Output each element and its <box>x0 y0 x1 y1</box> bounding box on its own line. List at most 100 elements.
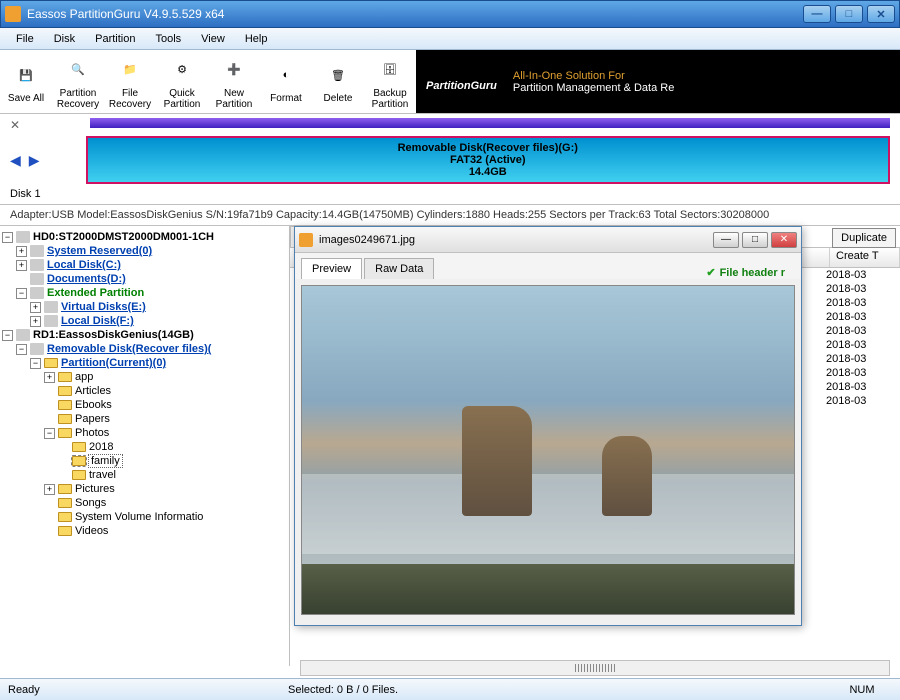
drive-icon <box>44 301 58 313</box>
folder-icon <box>58 512 72 522</box>
format-button[interactable]: ◐Format <box>260 50 312 113</box>
close-button[interactable]: ✕ <box>867 5 895 23</box>
tree-folder[interactable]: Ebooks <box>75 399 112 411</box>
tree-folder[interactable]: System Volume Informatio <box>75 511 203 523</box>
minimize-button[interactable]: — <box>803 5 831 23</box>
preview-title: images0249671.jpg <box>319 234 713 246</box>
file-header-status: ✔ File header r <box>706 266 795 279</box>
preview-maximize-button[interactable]: □ <box>742 232 768 248</box>
disk-usage-bar <box>90 118 890 128</box>
disk-info-line: Adapter:USB Model:EassosDiskGenius S/N:1… <box>0 205 900 226</box>
status-bar: Ready Selected: 0 B / 0 Files. NUM <box>0 678 900 700</box>
tree-rd1[interactable]: RD1:EassosDiskGenius(14GB) <box>33 329 194 341</box>
tree-extended[interactable]: Extended Partition <box>47 287 144 299</box>
disk-tree[interactable]: −HD0:ST2000DMST2000DM001-1CH +System Res… <box>0 226 290 666</box>
horizontal-scrollbar[interactable] <box>300 660 890 676</box>
folder-icon <box>58 400 72 410</box>
menu-tools[interactable]: Tools <box>145 31 191 47</box>
tree-folder[interactable]: Articles <box>75 385 111 397</box>
drive-icon <box>30 245 44 257</box>
expand-icon[interactable]: − <box>2 232 13 243</box>
preview-image <box>301 285 795 615</box>
menu-partition[interactable]: Partition <box>85 31 145 47</box>
drive-icon <box>44 315 58 327</box>
tree-subfolder-selected[interactable]: family <box>89 455 122 467</box>
preview-tab-rawdata[interactable]: Raw Data <box>364 258 434 279</box>
hdd-icon <box>16 329 30 341</box>
partition-box[interactable]: Removable Disk(Recover files)(G:) FAT32 … <box>86 136 890 184</box>
delete-icon: 🗑 <box>322 59 354 91</box>
preview-window[interactable]: images0249671.jpg — □ ✕ Preview Raw Data… <box>294 226 802 626</box>
new-partition-button[interactable]: ➕New Partition <box>208 50 260 113</box>
tree-subfolder[interactable]: travel <box>89 469 116 481</box>
close-panel-icon[interactable]: ✕ <box>10 118 20 132</box>
menu-help[interactable]: Help <box>235 31 278 47</box>
drive-icon <box>30 287 44 299</box>
preview-titlebar[interactable]: images0249671.jpg — □ ✕ <box>295 227 801 253</box>
drive-icon <box>30 259 44 271</box>
backup-partition-button[interactable]: 🗄Backup Partition <box>364 50 416 113</box>
tree-sysres[interactable]: System Reserved(0) <box>47 245 152 257</box>
tree-folder[interactable]: Papers <box>75 413 110 425</box>
partition-recovery-button[interactable]: 🔍Partition Recovery <box>52 50 104 113</box>
disk-visual-area: ✕ ◀ ▶ Removable Disk(Recover files)(G:) … <box>0 114 900 205</box>
status-ready: Ready <box>8 684 288 696</box>
tree-removable[interactable]: Removable Disk(Recover files)( <box>47 343 211 355</box>
quick-partition-button[interactable]: ⚙Quick Partition <box>156 50 208 113</box>
preview-tabs: Preview Raw Data ✔ File header r <box>295 253 801 279</box>
file-recovery-icon: 📁 <box>114 54 146 86</box>
preview-close-button[interactable]: ✕ <box>771 232 797 248</box>
image-icon <box>299 233 313 247</box>
menu-view[interactable]: View <box>191 31 235 47</box>
folder-icon <box>58 428 72 438</box>
disk-label: Disk 1 <box>10 188 890 200</box>
tree-folder[interactable]: Videos <box>75 525 108 537</box>
status-num: NUM <box>832 684 892 696</box>
app-icon <box>5 6 21 22</box>
tree-vdisks[interactable]: Virtual Disks(E:) <box>61 301 146 313</box>
check-icon: ✔ <box>706 266 715 279</box>
folder-icon <box>58 414 72 424</box>
folder-icon <box>58 386 72 396</box>
preview-minimize-button[interactable]: — <box>713 232 739 248</box>
window-titlebar: Eassos PartitionGuru V4.9.5.529 x64 — □ … <box>0 0 900 28</box>
toolbar: 💾Save All 🔍Partition Recovery 📁File Reco… <box>0 50 900 114</box>
new-partition-icon: ➕ <box>218 54 250 86</box>
folder-icon <box>72 470 86 480</box>
drive-icon <box>30 343 44 355</box>
tree-folder[interactable]: app <box>75 371 93 383</box>
folder-icon <box>44 358 58 368</box>
format-icon: ◐ <box>270 59 302 91</box>
folder-icon <box>58 526 72 536</box>
preview-tab-preview[interactable]: Preview <box>301 258 362 279</box>
col-created[interactable]: Create T <box>830 248 900 267</box>
window-title: Eassos PartitionGuru V4.9.5.529 x64 <box>27 7 803 21</box>
drive-icon <box>30 273 44 285</box>
delete-button[interactable]: 🗑Delete <box>312 50 364 113</box>
tree-localf[interactable]: Local Disk(F:) <box>61 315 134 327</box>
tree-localc[interactable]: Local Disk(C:) <box>47 259 121 271</box>
brand-banner: PartitionGuru All-In-One Solution ForPar… <box>416 50 900 113</box>
tree-hd0[interactable]: HD0:ST2000DMST2000DM001-1CH <box>33 231 214 243</box>
menu-disk[interactable]: Disk <box>44 31 85 47</box>
tree-docs[interactable]: Documents(D:) <box>47 273 126 285</box>
tree-folder[interactable]: Songs <box>75 497 106 509</box>
tree-partition-current[interactable]: Partition(Current)(0) <box>61 357 166 369</box>
save-all-icon: 💾 <box>10 59 42 91</box>
folder-icon <box>58 372 72 382</box>
tree-subfolder[interactable]: 2018 <box>89 441 113 453</box>
save-all-button[interactable]: 💾Save All <box>0 50 52 113</box>
menu-file[interactable]: File <box>6 31 44 47</box>
nav-next-icon[interactable]: ▶ <box>29 152 40 169</box>
file-recovery-button[interactable]: 📁File Recovery <box>104 50 156 113</box>
duplicate-button[interactable]: Duplicate <box>832 228 896 248</box>
tree-folder[interactable]: Pictures <box>75 483 115 495</box>
hdd-icon <box>16 231 30 243</box>
magnifier-icon: 🔍 <box>62 54 94 86</box>
folder-icon <box>72 442 86 452</box>
nav-prev-icon[interactable]: ◀ <box>10 152 21 169</box>
maximize-button[interactable]: □ <box>835 5 863 23</box>
status-selected: Selected: 0 B / 0 Files. <box>288 684 832 696</box>
backup-icon: 🗄 <box>374 54 406 86</box>
tree-folder-photos[interactable]: Photos <box>75 427 109 439</box>
